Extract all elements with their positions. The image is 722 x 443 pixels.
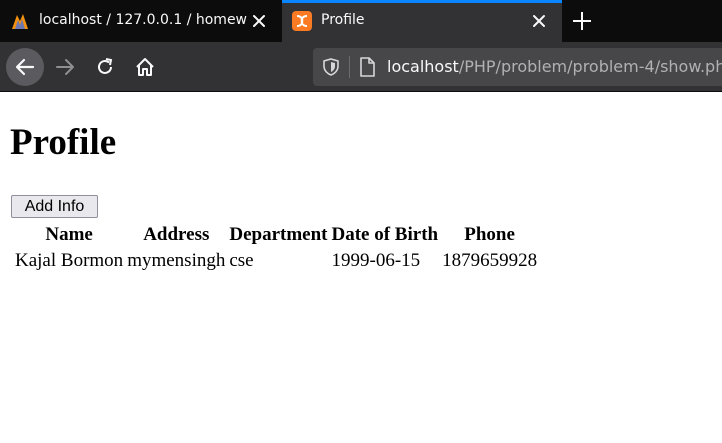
column-header-date-of-birth: Date of Birth	[331, 224, 439, 245]
divider	[349, 56, 350, 78]
cell-date-of-birth: 1999-06-15	[331, 250, 421, 271]
column-header-name: Name	[45, 224, 93, 245]
forward-button[interactable]	[46, 48, 84, 86]
column-header-phone: Phone	[464, 224, 515, 245]
tab-strip: localhost / 127.0.0.1 / homework Profile	[0, 0, 722, 42]
url-host: localhost	[387, 57, 459, 76]
page-content: Profile Add Info Name Address Department…	[0, 92, 722, 443]
cell-name: Kajal Bormon	[15, 250, 124, 271]
column-header-department: Department	[229, 224, 328, 245]
new-tab-icon[interactable]	[571, 10, 593, 32]
close-icon[interactable]	[250, 12, 268, 30]
url-text[interactable]: localhost/PHP/problem/problem-4/show.ph	[387, 57, 722, 76]
page-info-icon[interactable]	[358, 57, 376, 77]
table-header-row: Name Address Department Date of Birth Ph…	[14, 223, 538, 247]
tab-profile[interactable]: Profile	[282, 0, 562, 42]
home-icon	[136, 58, 154, 76]
reload-button[interactable]	[86, 48, 124, 86]
tab-title: localhost / 127.0.0.1 / homework	[39, 12, 247, 28]
close-icon[interactable]	[530, 12, 548, 30]
table-row: Kajal Bormon mymensingh cse 1999-06-15 1…	[14, 249, 538, 273]
address-bar[interactable]: localhost/PHP/problem/problem-4/show.ph	[313, 48, 722, 86]
arrow-right-icon	[56, 59, 74, 75]
tab-phpmyadmin[interactable]: localhost / 127.0.0.1 / homework	[0, 0, 282, 42]
arrow-left-icon	[15, 58, 35, 76]
profile-table: Name Address Department Date of Birth Ph…	[12, 221, 540, 275]
reload-icon	[98, 58, 113, 74]
navigation-toolbar: localhost/PHP/problem/problem-4/show.ph	[0, 42, 722, 92]
page-title: Profile	[10, 122, 117, 163]
back-button[interactable]	[6, 48, 44, 86]
url-path: /PHP/problem/problem-4/show.ph	[458, 57, 722, 76]
xampp-icon	[292, 11, 312, 31]
tracking-protection-shield-icon[interactable]	[321, 57, 341, 77]
home-button[interactable]	[126, 48, 164, 86]
cell-address: mymensingh	[127, 250, 226, 271]
add-info-button[interactable]: Add Info	[11, 195, 98, 218]
phpmyadmin-icon	[12, 14, 28, 29]
column-header-address: Address	[143, 224, 210, 245]
tab-title: Profile	[321, 12, 365, 28]
cell-phone: 1879659928	[442, 250, 538, 271]
cell-department: cse	[229, 250, 254, 271]
browser-chrome: localhost / 127.0.0.1 / homework Profile	[0, 0, 722, 92]
